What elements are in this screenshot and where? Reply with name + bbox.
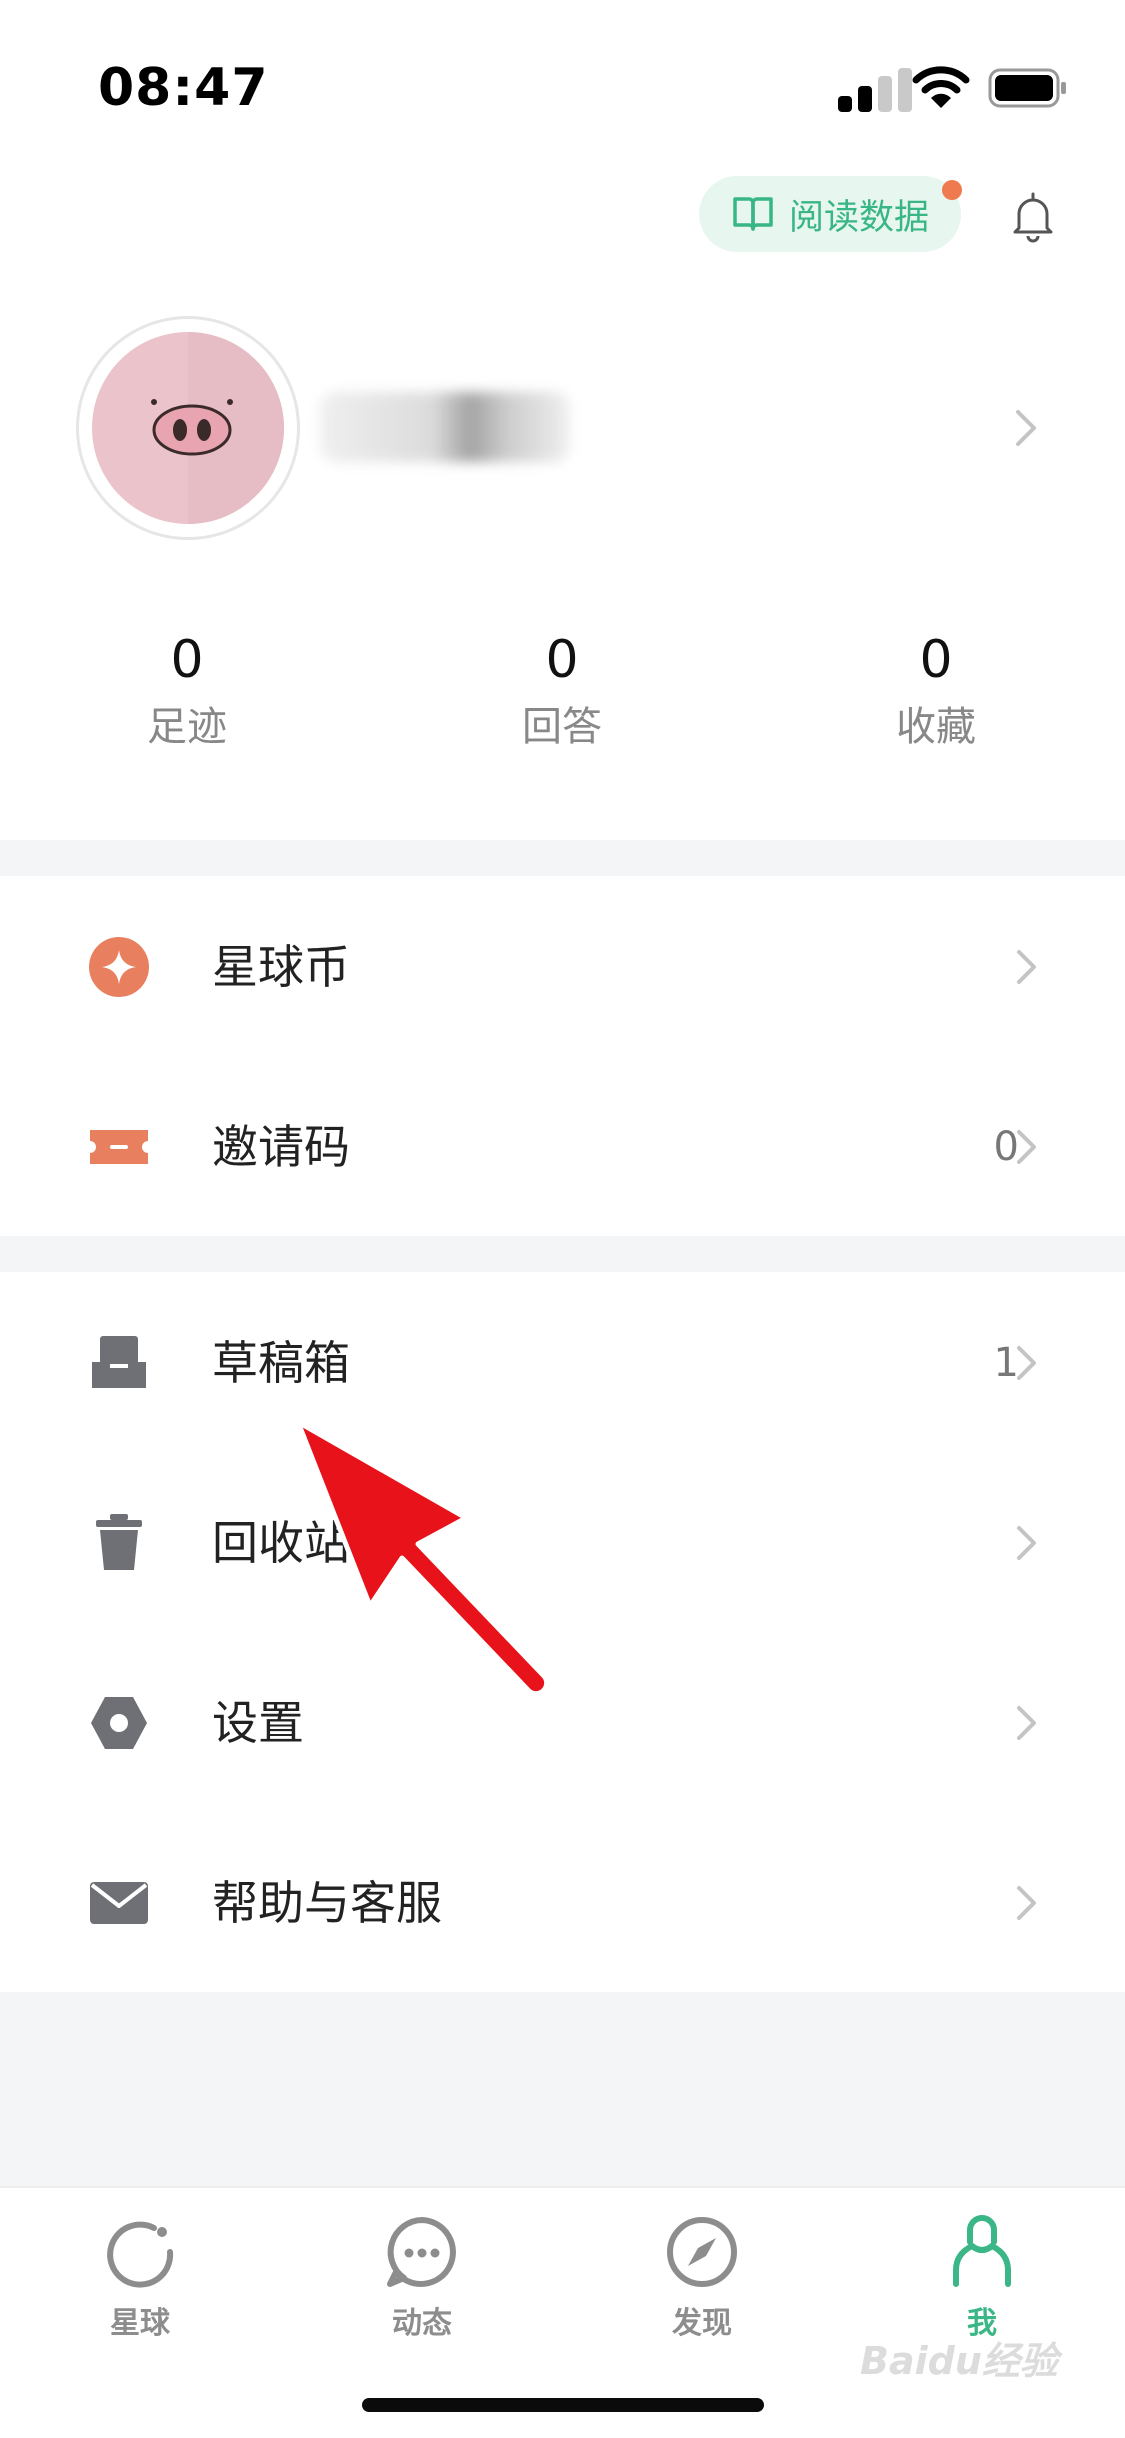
battery-icon [988,68,1066,108]
trash-icon [96,1514,142,1570]
tab-planet[interactable]: 星球 [50,2212,230,2342]
stat-footprints[interactable]: 0 足迹 [57,625,317,757]
drafts-tray-icon [92,1336,146,1388]
annotation-arrow-icon [295,1419,550,1697]
chevron-right-icon[interactable] [1012,408,1040,448]
chevron-right-icon [1017,1526,1036,1560]
pig-face-icon [151,332,284,524]
stat-label: 回答 [522,704,602,750]
stat-value: 0 [170,630,204,690]
tab-feed[interactable]: 动态 [332,2212,512,2342]
ticket-icon [90,1130,148,1164]
chevron-right-icon [1017,1130,1036,1164]
chat-bubble-icon [387,2217,456,2287]
menu-label: 草稿箱 [212,1336,350,1390]
mail-icon [90,1882,148,1924]
menu-label: 星球币 [212,940,350,994]
stat-answers[interactable]: 0 回答 [432,625,692,757]
chevron-right-icon [1017,1706,1036,1740]
stat-value: 0 [545,630,579,690]
menu-label: 帮助与客服 [212,1876,442,1930]
menu-item-invite-code[interactable]: 邀请码 0 [0,1056,1125,1236]
read-data-button[interactable]: 阅读数据 [699,176,961,252]
username-blurred [320,392,570,462]
wifi-icon [912,66,970,108]
star-coin-icon [89,937,149,997]
home-indicator [362,2398,764,2412]
bell-icon[interactable] [1005,188,1061,244]
tab-label: 星球 [110,2306,170,2341]
read-data-label: 阅读数据 [788,197,929,238]
menu-item-star-coin[interactable]: 星球币 [0,876,1125,1056]
settings-hex-icon [91,1697,147,1749]
compass-icon [667,2217,737,2287]
menu-item-help[interactable]: 帮助与客服 [0,1812,1125,1992]
stat-label: 收藏 [896,704,976,750]
menu-label: 邀请码 [212,1120,350,1174]
stat-favorites[interactable]: 0 收藏 [806,625,1066,757]
tab-label: 动态 [392,2306,452,2341]
tab-me[interactable]: 我 [892,2212,1072,2342]
chevron-right-icon [1017,950,1036,984]
person-icon [953,2215,1011,2287]
book-icon [733,197,773,231]
chevron-right-icon [1017,1346,1036,1380]
stat-value: 0 [919,630,953,690]
avatar[interactable] [92,332,284,524]
watermark-logo: Baidu经验 [860,2339,1058,2383]
stat-label: 足迹 [147,704,227,750]
chevron-right-icon [1017,1886,1036,1920]
planet-icon [107,2221,174,2288]
notification-dot [942,180,962,200]
menu-group-wallet: 星球币 邀请码 0 [0,876,1125,1236]
tab-label: 发现 [672,2306,732,2341]
tab-discover[interactable]: 发现 [612,2212,792,2342]
status-time: 08:47 [98,58,269,118]
